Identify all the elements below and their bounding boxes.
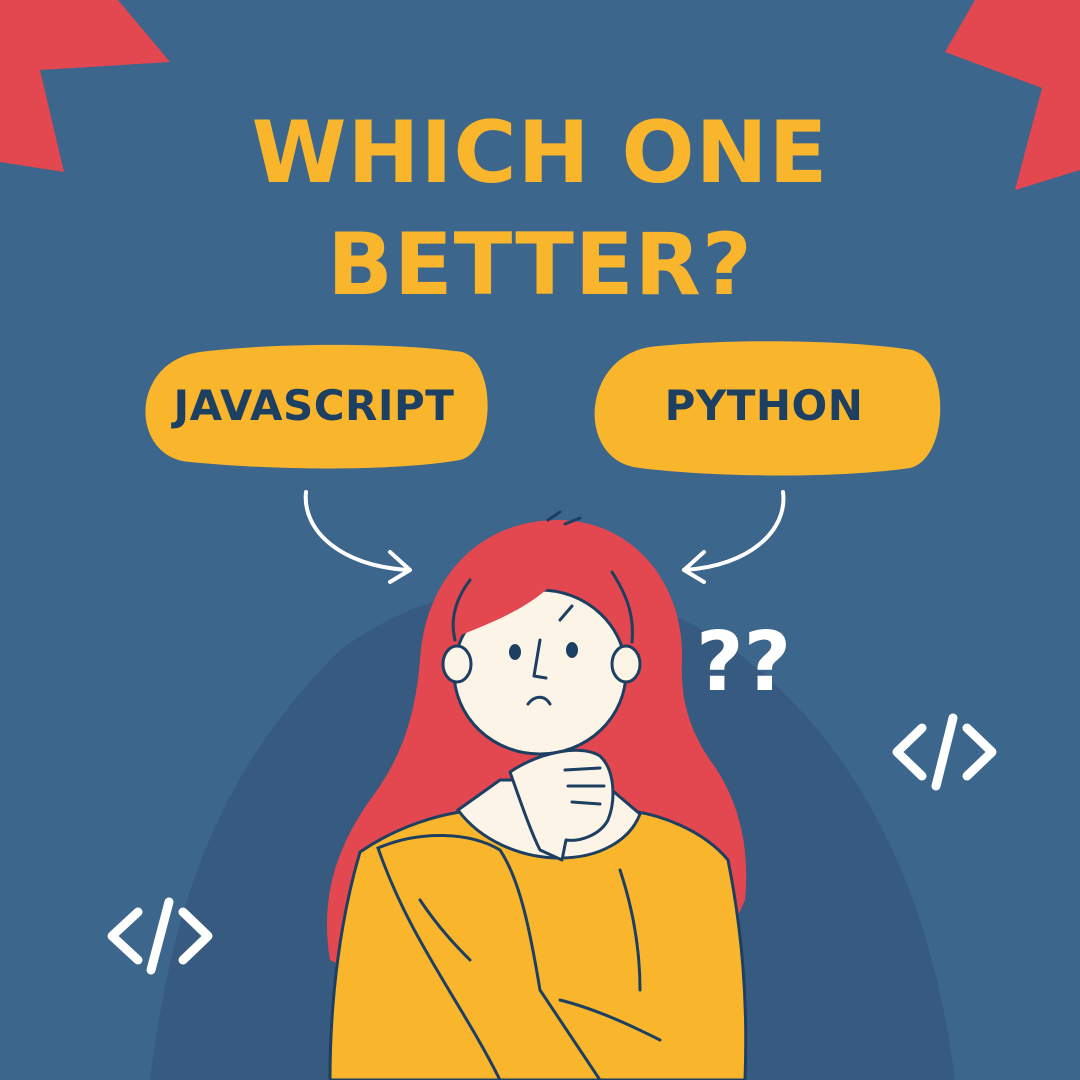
eye-right	[566, 642, 578, 658]
arrow-left-icon	[303, 490, 412, 584]
headline-line-2: BETTER?	[327, 215, 753, 315]
question-marks: ??	[696, 615, 791, 710]
arrow-right-icon	[682, 490, 786, 584]
poster: ?? WHICH ONE BETTER? JAVASCRIPT PYTHON	[0, 0, 1080, 1080]
eye-left	[509, 644, 521, 660]
option-javascript-label: JAVASCRIPT	[173, 381, 455, 430]
code-brackets-icon	[892, 713, 997, 791]
ear-left	[441, 644, 473, 684]
headline-line-1: WHICH ONE	[251, 103, 829, 203]
option-python-label: PYTHON	[664, 381, 864, 430]
ear-right	[610, 644, 642, 684]
